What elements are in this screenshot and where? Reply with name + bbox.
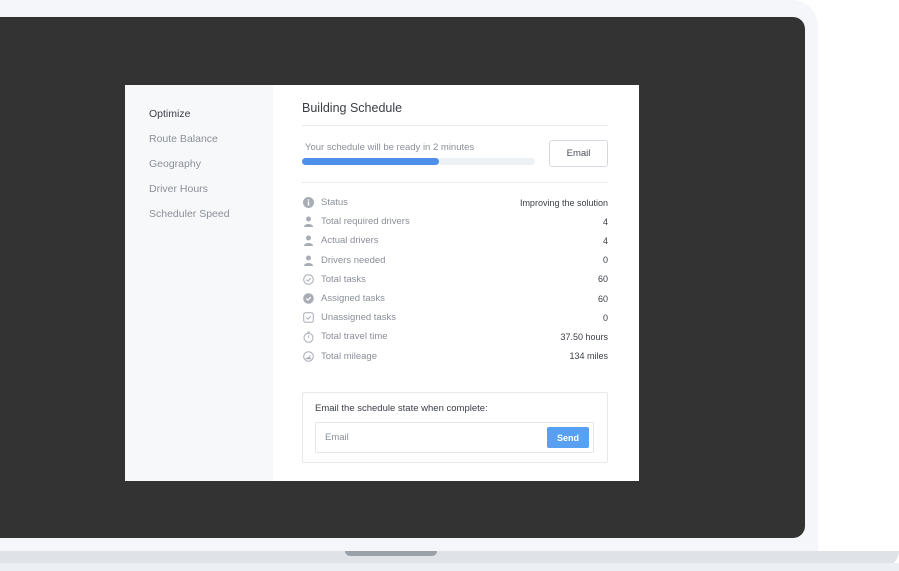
- progress-divider: [302, 182, 608, 183]
- sidebar-item-geography[interactable]: Geography: [125, 157, 273, 182]
- stat-value: Improving the solution: [519, 197, 608, 208]
- sidebar-item-driver-hours[interactable]: Driver Hours: [125, 182, 273, 207]
- person-icon: [302, 235, 314, 247]
- stat-label: Total travel time: [321, 331, 388, 343]
- stat-value: 60: [597, 274, 608, 285]
- stat-row-total-required-drivers: Total required drivers 4: [302, 212, 608, 231]
- email-input-group: Send: [315, 422, 594, 453]
- stat-row-assigned-tasks: Assigned tasks 60: [302, 289, 608, 308]
- send-button[interactable]: Send: [547, 427, 589, 448]
- stat-label: Status: [321, 197, 348, 209]
- check-circle-icon: [302, 273, 314, 285]
- check-square-icon: [302, 312, 314, 324]
- stat-value: 134 miles: [569, 351, 608, 362]
- person-icon: [302, 216, 314, 228]
- ready-message: Your schedule will be ready in 2 minutes: [305, 142, 475, 153]
- stat-label: Actual drivers: [321, 235, 379, 247]
- stat-value: 37.50 hours: [560, 331, 608, 342]
- stats-list: Status Improving the solution Total requ…: [302, 193, 608, 366]
- stat-label: Total tasks: [321, 273, 366, 285]
- stat-label: Total mileage: [321, 350, 377, 362]
- stat-row-actual-drivers: Actual drivers 4: [302, 231, 608, 250]
- progress-section: Your schedule will be ready in 2 minutes…: [302, 126, 608, 182]
- stat-row-status: Status Improving the solution: [302, 193, 608, 212]
- info-icon: [302, 197, 314, 209]
- stat-value: 0: [602, 312, 608, 323]
- stat-row-total-mileage: Total mileage 134 miles: [302, 347, 608, 366]
- email-card-label: Email the schedule state when complete:: [315, 403, 488, 414]
- schedule-window: Optimize Route Balance Geography Driver …: [125, 85, 639, 481]
- sidebar-item-route-balance[interactable]: Route Balance: [125, 132, 273, 157]
- person-icon: [302, 254, 314, 266]
- stat-row-total-travel-time: Total travel time 37.50 hours: [302, 327, 608, 346]
- progress-bar-fill: [302, 158, 440, 165]
- laptop-notch: [345, 551, 437, 556]
- sidebar-item-optimize[interactable]: Optimize: [125, 107, 273, 132]
- sidebar-item-scheduler-speed[interactable]: Scheduler Speed: [125, 207, 273, 232]
- sidebar: Optimize Route Balance Geography Driver …: [125, 85, 273, 481]
- stat-row-drivers-needed: Drivers needed 0: [302, 251, 608, 270]
- stat-value: 0: [602, 255, 608, 266]
- laptop-base-edge: [0, 563, 899, 571]
- check-circle-filled-icon: [302, 293, 314, 305]
- stat-value: 4: [602, 235, 608, 246]
- page-title: Building Schedule: [302, 101, 403, 115]
- email-notification-card: Email the schedule state when complete: …: [302, 392, 608, 463]
- main-panel: Building Schedule Your schedule will be …: [273, 85, 639, 481]
- stat-label: Total required drivers: [321, 216, 410, 228]
- gauge-icon: [302, 350, 314, 362]
- stat-label: Drivers needed: [321, 254, 386, 266]
- email-input[interactable]: [316, 423, 546, 452]
- stat-row-unassigned-tasks: Unassigned tasks 0: [302, 308, 608, 327]
- progress-bar: [302, 158, 535, 165]
- stat-value: 60: [597, 293, 608, 304]
- stopwatch-icon: [302, 331, 314, 343]
- stat-label: Assigned tasks: [321, 293, 385, 305]
- email-button[interactable]: Email: [549, 140, 608, 167]
- stat-label: Unassigned tasks: [321, 312, 396, 324]
- stat-row-total-tasks: Total tasks 60: [302, 270, 608, 289]
- stat-value: 4: [602, 216, 608, 227]
